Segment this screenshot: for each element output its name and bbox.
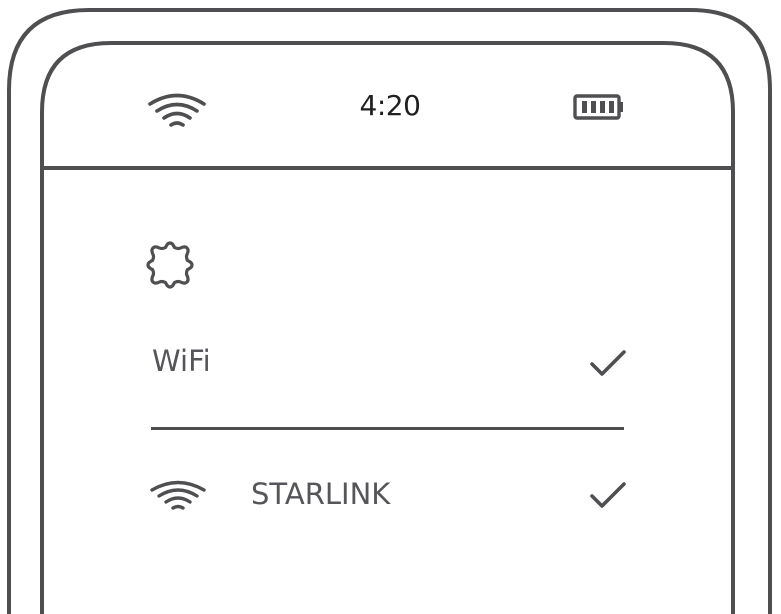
wifi-toggle-row[interactable]: [148, 330, 628, 394]
screen-outline: [40, 41, 735, 614]
network-name: STARLINK: [251, 477, 391, 511]
wifi-signal-icon: [150, 480, 206, 510]
checkmark-icon: [590, 350, 626, 376]
section-divider: [151, 427, 624, 430]
battery-icon: [573, 94, 623, 120]
gear-icon[interactable]: [144, 239, 196, 291]
wifi-label: WiFi: [152, 344, 211, 378]
wifi-signal-icon: [148, 93, 206, 127]
checkmark-icon: [590, 482, 626, 508]
status-time: 4:20: [359, 89, 421, 122]
